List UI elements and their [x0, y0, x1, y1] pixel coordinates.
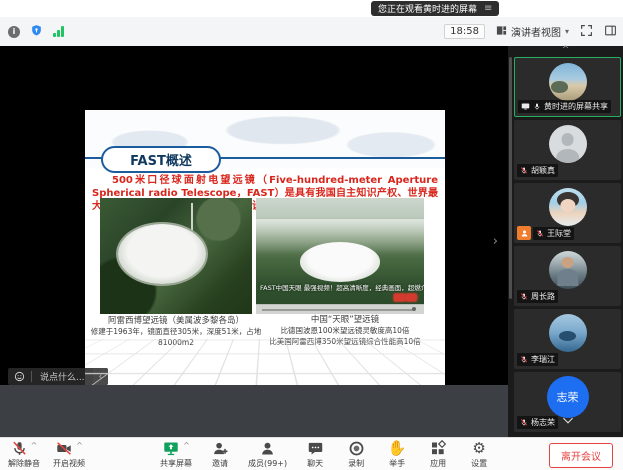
chat-button[interactable]: 聊天 [302, 440, 328, 469]
record-button[interactable]: 录制 [343, 440, 369, 469]
telescope-dish-shape [118, 224, 206, 284]
watching-screen-text: 您正在观看黄时进的屏幕 [378, 2, 477, 15]
collapse-chat-icon[interactable]: ‹ [93, 368, 109, 385]
avatar [549, 125, 587, 163]
mic-muted-icon [11, 440, 28, 457]
meeting-toolbar: ^ 解除静音 ^ 开启视频 ^ 共享屏幕 [0, 437, 623, 470]
sidebar-scrollbar[interactable] [509, 57, 512, 299]
mic-muted-icon [520, 166, 528, 175]
share-screen-icon [162, 440, 180, 457]
telescope-dish-shape [300, 242, 381, 281]
watching-screen-banner: 您正在观看黄时进的屏幕 ≡ [371, 1, 499, 16]
participant-name-label: 王际堂 [533, 227, 574, 240]
quick-chat-input[interactable]: 说点什么... [32, 370, 93, 383]
mic-muted-icon [520, 418, 528, 427]
security-shield-icon[interactable] [30, 22, 43, 41]
mic-muted-icon [520, 292, 528, 301]
participant-tile[interactable]: 志荣 杨志荣 [514, 372, 621, 432]
arecibo-telescope-image [100, 198, 252, 314]
chevron-down-icon: ▾ [565, 27, 569, 36]
invite-icon [212, 440, 229, 457]
host-badge-icon [517, 226, 531, 240]
sidebar-toggle-icon[interactable] [604, 22, 617, 41]
share-screen-button[interactable]: ^ 共享屏幕 [160, 440, 192, 469]
stage-footer-strip [0, 385, 508, 437]
avatar [549, 314, 587, 352]
chevron-up-icon[interactable]: ^ [31, 441, 38, 450]
notification-strip: 您正在观看黄时进的屏幕 ≡ [0, 0, 623, 17]
participant-name-label: 黄时进的屏幕共享 [518, 100, 611, 113]
slide-floor-grid [85, 339, 445, 385]
participant-tile[interactable]: 胡颖真 [514, 120, 621, 180]
invite-button[interactable]: 邀请 [207, 440, 233, 469]
emoji-icon[interactable] [8, 371, 32, 382]
video-overlay-text: FAST中国天眼 最强视频！超高清晰度，经典画面，超燃介绍 [260, 282, 424, 292]
slide-title: FAST概述 [101, 146, 221, 173]
leave-meeting-button[interactable]: 离开会议 [549, 443, 613, 468]
raise-hand-button[interactable]: ✋ 举手 [384, 440, 410, 469]
camera-off-icon [55, 440, 73, 457]
record-icon [348, 440, 365, 457]
chevron-up-icon[interactable]: ^ [183, 441, 190, 450]
apps-icon [430, 440, 446, 457]
participant-tile[interactable]: 周长路 [514, 246, 621, 306]
chevron-up-icon[interactable]: ^ [76, 441, 83, 450]
participant-name-label: 胡颖真 [517, 164, 558, 177]
mic-muted-icon [520, 355, 528, 364]
avatar [549, 251, 587, 289]
avatar [549, 63, 587, 101]
participant-tile[interactable]: 李瑞江 [514, 309, 621, 369]
banner-menu-icon[interactable]: ≡ [484, 3, 492, 14]
fullscreen-icon[interactable] [580, 22, 593, 41]
view-mode-label: 演讲者视图 [511, 24, 561, 39]
mic-on-icon [533, 102, 541, 111]
members-button[interactable]: 成员(99+) [248, 440, 287, 469]
avatar [549, 188, 587, 226]
red-watermark [393, 293, 419, 302]
participant-tile-screen-share[interactable]: 黄时进的屏幕共享 [514, 57, 621, 117]
apps-button[interactable]: 应用 [425, 440, 451, 469]
start-video-button[interactable]: ^ 开启视频 [53, 440, 85, 469]
fast-telescope-video-still: FAST中国天眼 最强视频！超高清晰度，经典画面，超燃介绍 [256, 198, 424, 314]
view-mode-switch[interactable]: 演讲者视图 ▾ [496, 24, 569, 39]
titlebar: i 18:58 演讲者视图 ▾ [0, 17, 623, 47]
presentation-slide: FAST概述 500米口径球面射电望远镜（Five-hundred-meter … [85, 110, 445, 385]
participant-name-label: 李瑞江 [517, 353, 558, 366]
chat-icon [307, 440, 324, 457]
meeting-info-icon[interactable]: i [8, 26, 20, 38]
network-quality-icon[interactable] [53, 26, 64, 37]
screen-share-icon [521, 102, 530, 111]
mic-muted-icon [536, 229, 544, 238]
participant-name-label: 杨志荣 [517, 416, 558, 429]
meeting-window: 您正在观看黄时进的屏幕 ≡ i 18:58 演讲者视图 ▾ [0, 0, 623, 469]
raise-hand-icon: ✋ [388, 440, 407, 456]
layout-icon [496, 25, 507, 39]
members-icon [259, 440, 276, 457]
video-progress-bar [256, 304, 424, 314]
shared-screen-stage: FAST概述 500米口径球面射电望远镜（Five-hundred-meter … [0, 46, 508, 385]
participant-name-label: 周长路 [517, 290, 558, 303]
collapse-panel-icon[interactable]: ^ [508, 46, 623, 57]
settings-button[interactable]: ⚙ 设置 [466, 440, 492, 469]
gear-icon: ⚙ [472, 440, 485, 456]
avatar-initials: 志荣 [557, 389, 579, 405]
avatar: 志荣 [547, 376, 589, 418]
unmute-button[interactable]: ^ 解除静音 [8, 440, 40, 469]
panel-expand-icon[interactable]: › [493, 234, 498, 249]
participant-tile[interactable]: 王际堂 [514, 183, 621, 243]
participants-sidebar: ^ 黄时进的屏幕共享 胡颖真 [508, 46, 623, 437]
meeting-time: 18:58 [444, 24, 485, 39]
quick-chat-bar[interactable]: 说点什么... ‹ [8, 368, 108, 385]
